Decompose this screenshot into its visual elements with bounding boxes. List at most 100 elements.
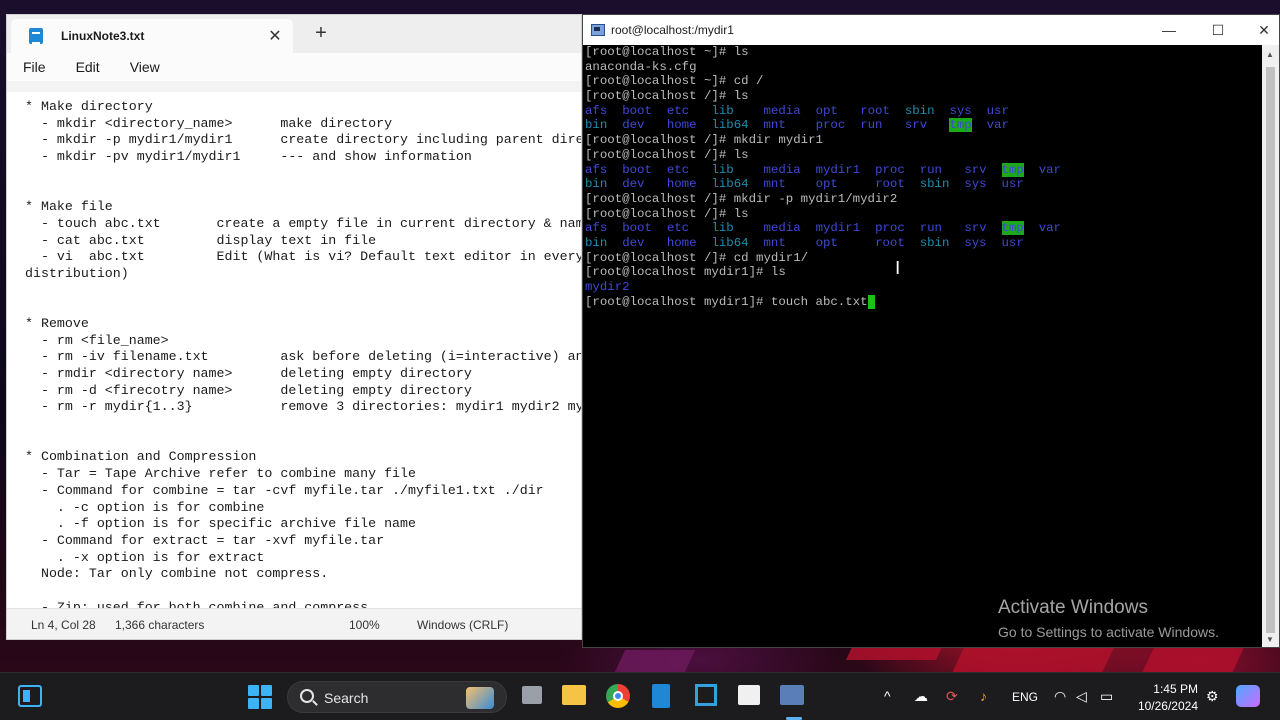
- language-indicator[interactable]: ENG: [1012, 690, 1038, 704]
- scroll-up-icon[interactable]: ▲: [1266, 50, 1274, 59]
- terminal-scrollbar[interactable]: ▲ ▼: [1262, 45, 1279, 647]
- menu-file[interactable]: File: [23, 59, 46, 75]
- close-button[interactable]: ✕: [1241, 15, 1279, 45]
- file-explorer-icon[interactable]: [562, 685, 586, 705]
- terminal-taskbar-icon[interactable]: [780, 685, 804, 705]
- notepad-line: [25, 182, 581, 199]
- terminal-text: sbin: [919, 177, 950, 192]
- terminal-text: boot: [622, 221, 652, 236]
- terminal-text: dev: [622, 177, 645, 192]
- notepad-line: - Command for combine = tar -cvf myfile.…: [25, 482, 544, 498]
- paint-icon[interactable]: [738, 685, 760, 705]
- notepad-app-icon: [29, 28, 43, 44]
- terminal-text: lib: [711, 221, 734, 236]
- notepad-line: - rm -r mydir{1..3} remove 3 directories…: [25, 399, 582, 415]
- text-cursor-icon: I: [895, 258, 901, 279]
- terminal-text: opt: [815, 103, 838, 118]
- terminal-output[interactable]: [root@localhost ~]# ls anaconda-ks.cfg [ro…: [583, 45, 1263, 647]
- copilot-icon[interactable]: [1236, 685, 1260, 707]
- terminal-line: [root@localhost /]# cd mydir1/: [585, 251, 1263, 266]
- notepad-tab[interactable]: LinuxNote3.txt ✕: [11, 19, 293, 53]
- menu-view[interactable]: View: [130, 59, 160, 75]
- cloud-icon[interactable]: ☁: [914, 688, 928, 705]
- scroll-down-icon[interactable]: ▼: [1266, 635, 1274, 644]
- chrome-icon[interactable]: [606, 684, 630, 708]
- line-ending[interactable]: Windows (CRLF): [417, 618, 508, 632]
- widgets-icon[interactable]: [18, 685, 42, 707]
- notepad-line: . -c option is for combine: [25, 499, 265, 515]
- notepad-line: [25, 433, 581, 450]
- terminal-text: bin: [585, 235, 608, 250]
- terminal-line: [root@localhost /]# ls: [585, 207, 1263, 222]
- battery-icon[interactable]: ▭: [1100, 688, 1113, 705]
- microphone-icon[interactable]: ♪: [980, 688, 987, 704]
- notepad-tab-bar: LinuxNote3.txt ✕ +: [7, 15, 581, 53]
- taskbar-search[interactable]: Search: [287, 681, 507, 713]
- terminal-line: [root@localhost ~]# ls: [585, 45, 1263, 60]
- close-tab-icon[interactable]: ✕: [265, 26, 285, 46]
- notepad-text-area[interactable]: * Make directory - mkdir <directory_name…: [7, 92, 582, 610]
- terminal-text: [root@localhost /]# cd mydir1/: [585, 250, 809, 265]
- virtualbox-icon[interactable]: [695, 684, 717, 706]
- terminal-cursor: [867, 294, 875, 309]
- search-highlight-icon: [466, 687, 494, 709]
- notepad-line: [25, 166, 581, 183]
- start-button[interactable]: [248, 685, 272, 709]
- terminal-text: mnt: [763, 118, 786, 133]
- zoom-level[interactable]: 100%: [349, 618, 380, 632]
- notepad-tab-title: LinuxNote3.txt: [61, 29, 145, 43]
- notepad-line: [25, 299, 581, 316]
- chevron-up-icon[interactable]: ^: [884, 688, 891, 704]
- task-view-icon[interactable]: [522, 686, 542, 704]
- scrollbar-thumb[interactable]: [1266, 67, 1275, 633]
- maximize-button[interactable]: ☐: [1195, 15, 1241, 45]
- notepad-menubar: File Edit View: [7, 53, 581, 81]
- notepad-line: - Command for extract = tar -xvf myfile.…: [25, 532, 385, 548]
- clock-date[interactable]: 10/26/2024: [1134, 699, 1198, 713]
- terminal-text: root: [875, 177, 905, 192]
- activation-title: Activate Windows: [998, 597, 1148, 618]
- terminal-line: mydir2: [585, 280, 1263, 295]
- menu-edit[interactable]: Edit: [76, 59, 100, 75]
- notepad-status-bar: Ln 4, Col 28 1,366 characters 100% Windo…: [7, 608, 581, 639]
- new-tab-button[interactable]: +: [311, 22, 331, 45]
- terminal-text: run: [860, 118, 883, 133]
- terminal-text: root: [860, 103, 890, 118]
- terminal-text: [root@localhost ~]# cd /: [585, 74, 764, 89]
- terminal-text: bin: [585, 177, 608, 192]
- terminal-text: root: [875, 235, 905, 250]
- notepad-line: - rm -d <firecotry name> deleting empty …: [25, 382, 472, 398]
- volume-icon[interactable]: ◁: [1076, 688, 1087, 705]
- terminal-text: media: [763, 103, 801, 118]
- terminal-line: afs boot etc lib media mydir1 proc run s…: [585, 162, 1263, 178]
- clock-time[interactable]: 1:45 PM: [1150, 682, 1198, 696]
- terminal-titlebar[interactable]: root@localhost:/mydir1 — ☐ ✕: [583, 15, 1279, 45]
- minimize-button[interactable]: —: [1146, 15, 1192, 45]
- notepad-taskbar-icon[interactable]: [652, 684, 670, 708]
- terminal-window[interactable]: root@localhost:/mydir1 — ☐ ✕ [root@local…: [582, 14, 1280, 648]
- terminal-text: tmp: [949, 118, 972, 133]
- terminal-text: [root@localhost /]# mkdir -p mydir1/mydi…: [585, 191, 898, 206]
- terminal-text: [root@localhost mydir1]# touch abc.txt: [585, 294, 868, 309]
- notepad-window[interactable]: LinuxNote3.txt ✕ + File Edit View * Make…: [6, 14, 582, 640]
- notepad-line: * Make directory: [25, 99, 153, 114]
- wifi-icon[interactable]: ◠: [1054, 688, 1066, 705]
- notification-icon[interactable]: ⚙: [1206, 688, 1219, 705]
- sync-icon[interactable]: ⟳: [946, 688, 958, 705]
